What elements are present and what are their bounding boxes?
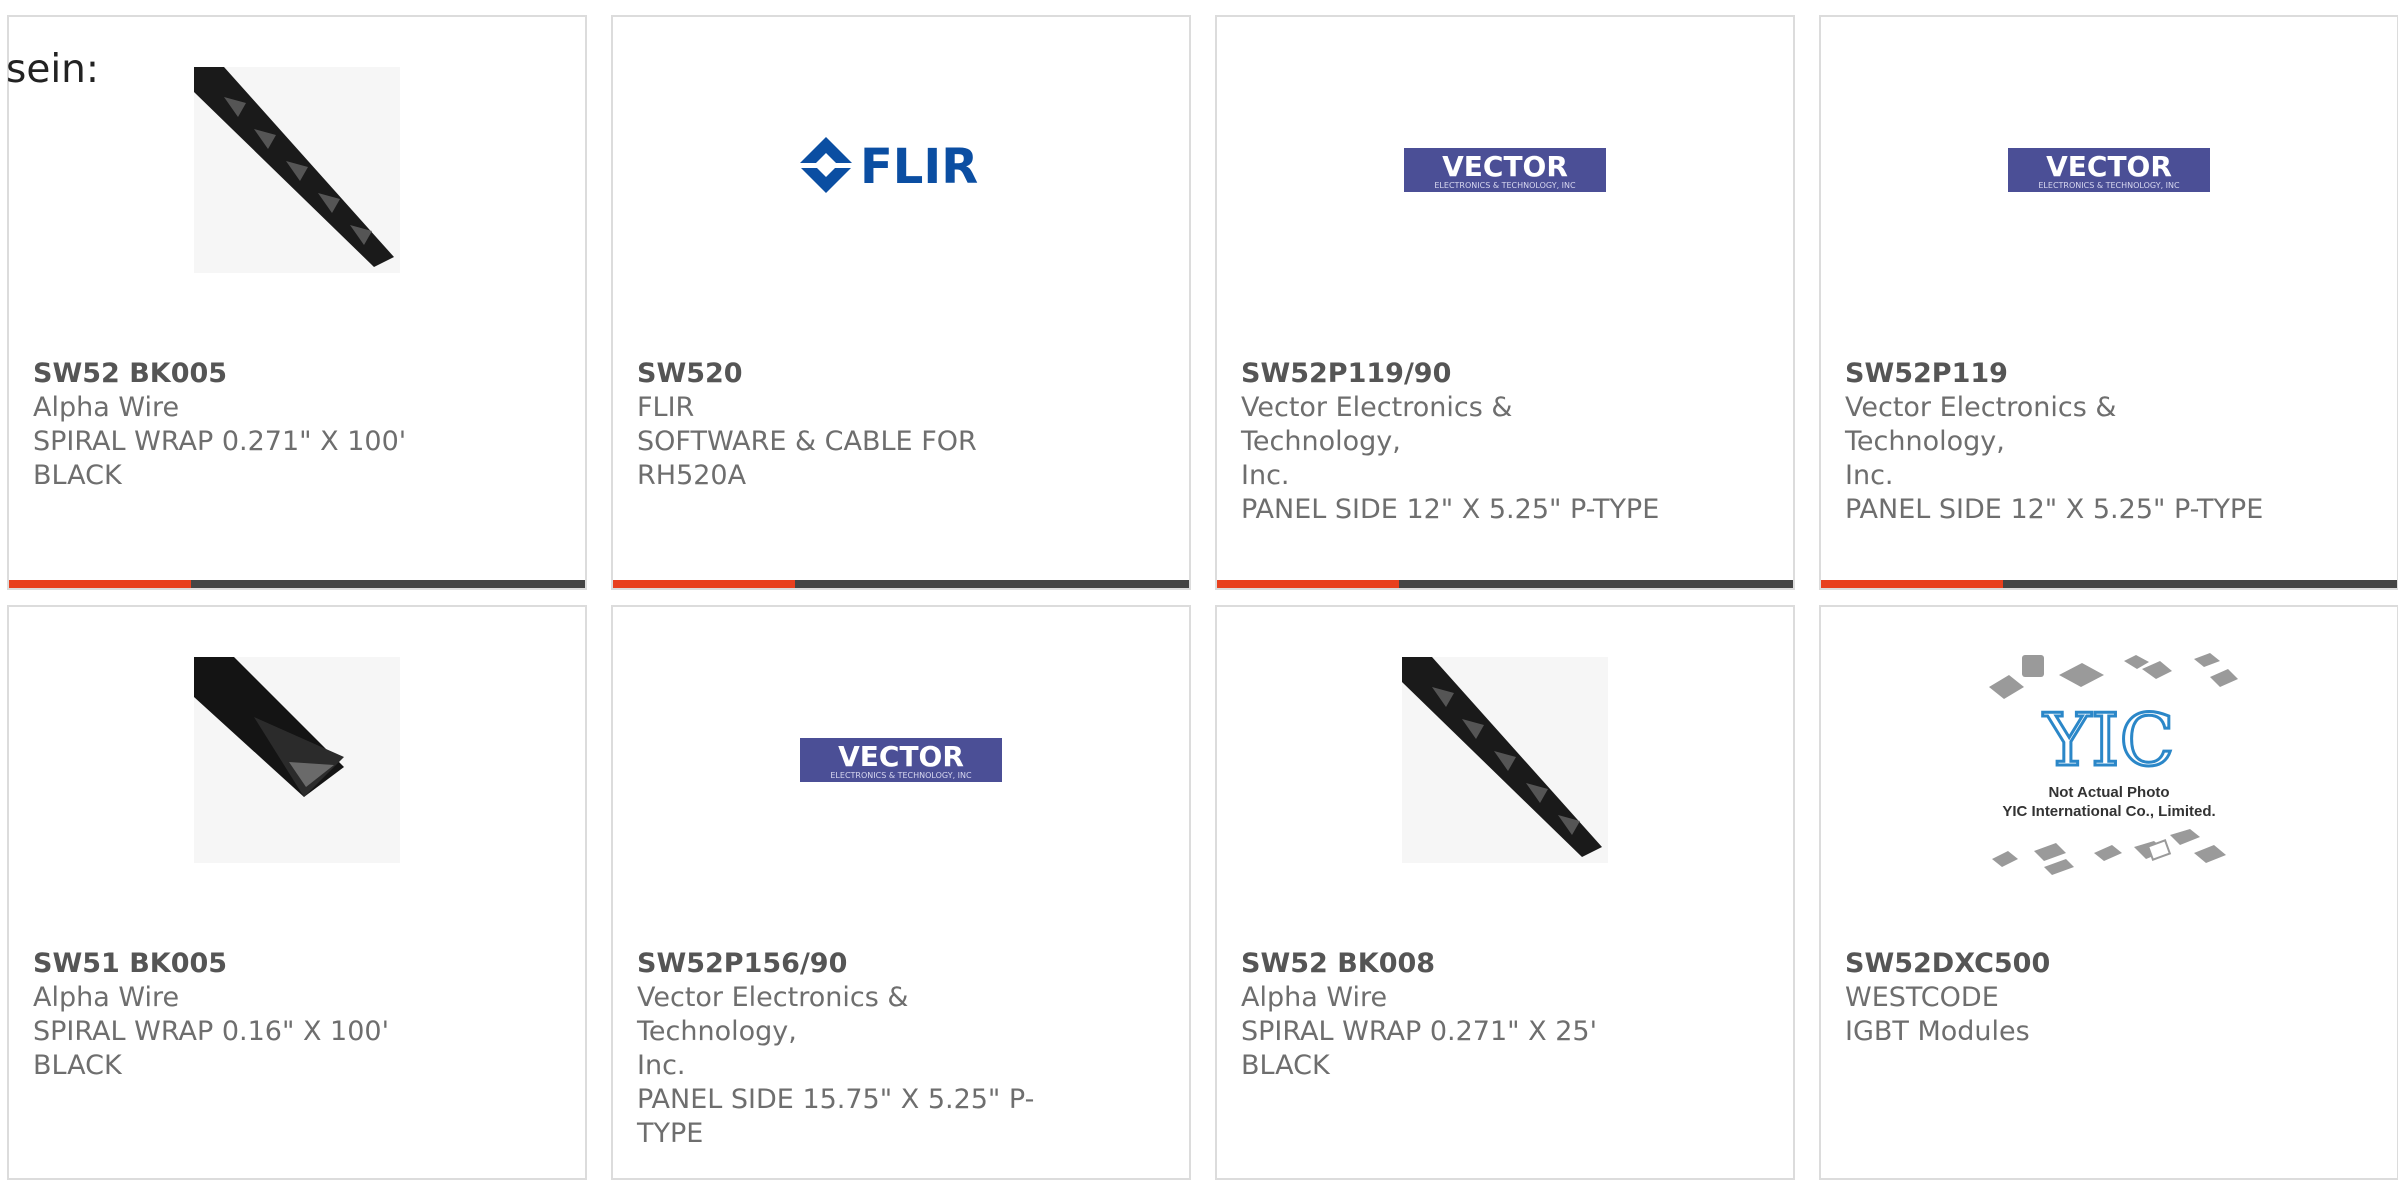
product-info: SW52P156/90 Vector Electronics & Technol… (637, 947, 1067, 1151)
yic-company-label: YIC International Co., Limited. (2002, 803, 2215, 820)
description: SPIRAL WRAP 0.16" X 100' (33, 1016, 389, 1047)
description-line-2: PANEL SIDE 12" X 5.25" P-TYPE (1845, 494, 2264, 525)
description: IGBT Modules (1845, 1016, 2030, 1047)
card-bottom-bar (613, 580, 1189, 588)
description: SPIRAL WRAP 0.271" X 100' (33, 426, 407, 457)
card-bottom-bar (1821, 580, 2397, 588)
flir-logo: FLIR (798, 137, 978, 195)
part-number[interactable]: SW52P156/90 (637, 947, 1067, 981)
description: SOFTWARE & CABLE FOR (637, 426, 977, 457)
vector-logo: VECTOR ELECTRONICS & TECHNOLOGY, INC (1404, 148, 1606, 192)
part-number[interactable]: SW52 BK008 (1241, 947, 1671, 981)
product-card[interactable]: YIC Not Actual Photo YIC International C… (1819, 605, 2398, 1180)
yic-placeholder-image: YIC Not Actual Photo YIC International C… (1989, 653, 2238, 875)
product-card[interactable]: VECTOR ELECTRONICS & TECHNOLOGY, INC SW5… (611, 605, 1191, 1180)
description: SPIRAL WRAP 0.271" X 25' (1241, 1016, 1597, 1047)
product-image[interactable]: FLIR (613, 67, 1189, 273)
spiral-wrap-icon (194, 67, 400, 273)
spiral-wrap-icon (1402, 657, 1608, 863)
product-info: SW52P119 Vector Electronics & Technology… (1845, 357, 2275, 527)
part-number[interactable]: SW52 BK005 (33, 357, 463, 391)
manufacturer: Vector Electronics & Technology, (637, 982, 909, 1047)
card-accent-bar (1821, 580, 2003, 588)
vector-logo-text: VECTOR (2046, 150, 2172, 183)
card-accent-bar (9, 580, 191, 588)
description-line-2: RH520A (637, 460, 747, 491)
product-image[interactable]: VECTOR ELECTRONICS & TECHNOLOGY, INC (1217, 67, 1793, 273)
product-info: SW52 BK005 Alpha Wire SPIRAL WRAP 0.271"… (33, 357, 463, 493)
spiral-wrap-icon (194, 657, 400, 863)
product-card[interactable]: FLIR SW520 FLIR SOFTWARE & CABLE FOR RH5… (611, 15, 1191, 590)
manufacturer: Alpha Wire (33, 982, 180, 1013)
product-card[interactable]: VECTOR ELECTRONICS & TECHNOLOGY, INC SW5… (1819, 15, 2398, 590)
not-actual-photo-label: Not Actual Photo (2048, 784, 2169, 801)
description-line-2: PANEL SIDE 12" X 5.25" P-TYPE (1241, 494, 1660, 525)
description-line-3: TYPE (637, 1118, 704, 1149)
description: Inc. (637, 1050, 686, 1081)
manufacturer: Vector Electronics & Technology, (1845, 392, 2117, 457)
vector-logo-subtext: ELECTRONICS & TECHNOLOGY, INC (830, 771, 972, 780)
vector-logo-text: VECTOR (838, 740, 964, 773)
page-header-text: sein: (6, 47, 100, 92)
product-image[interactable] (9, 657, 585, 863)
manufacturer: Alpha Wire (33, 392, 180, 423)
description-line-2: BLACK (1241, 1050, 1330, 1081)
vector-logo-subtext: ELECTRONICS & TECHNOLOGY, INC (1434, 181, 1576, 190)
vector-logo: VECTOR ELECTRONICS & TECHNOLOGY, INC (800, 738, 1002, 782)
product-info: SW520 FLIR SOFTWARE & CABLE FOR RH520A (637, 357, 1067, 493)
card-accent-bar (1217, 580, 1399, 588)
product-image[interactable]: VECTOR ELECTRONICS & TECHNOLOGY, INC (1821, 67, 2397, 273)
flir-logo-text: FLIR (860, 139, 978, 195)
description: Inc. (1845, 460, 1894, 491)
part-number[interactable]: SW52DXC500 (1845, 947, 2275, 981)
manufacturer: WESTCODE (1845, 982, 1999, 1013)
manufacturer: Vector Electronics & Technology, (1241, 392, 1513, 457)
vector-logo: VECTOR ELECTRONICS & TECHNOLOGY, INC (2008, 148, 2210, 192)
vector-logo-text: VECTOR (1442, 150, 1568, 183)
manufacturer: FLIR (637, 392, 695, 423)
part-number[interactable]: SW52P119 (1845, 357, 2275, 391)
part-number[interactable]: SW520 (637, 357, 1067, 391)
product-card[interactable]: SW52 BK008 Alpha Wire SPIRAL WRAP 0.271"… (1215, 605, 1795, 1180)
description-line-2: PANEL SIDE 15.75" X 5.25" P- (637, 1084, 1035, 1115)
description-line-2: BLACK (33, 460, 122, 491)
description: Inc. (1241, 460, 1290, 491)
manufacturer: Alpha Wire (1241, 982, 1388, 1013)
product-image[interactable] (1217, 657, 1793, 863)
product-info: SW52P119/90 Vector Electronics & Technol… (1241, 357, 1671, 527)
card-bottom-bar (1217, 580, 1793, 588)
part-number[interactable]: SW52P119/90 (1241, 357, 1671, 391)
product-card[interactable]: SW51 BK005 Alpha Wire SPIRAL WRAP 0.16" … (7, 605, 587, 1180)
product-info: SW51 BK005 Alpha Wire SPIRAL WRAP 0.16" … (33, 947, 463, 1083)
card-bottom-bar (9, 580, 585, 588)
description-line-2: BLACK (33, 1050, 122, 1081)
product-info: SW52 BK008 Alpha Wire SPIRAL WRAP 0.271"… (1241, 947, 1671, 1083)
product-image[interactable]: YIC Not Actual Photo YIC International C… (1821, 647, 2397, 887)
product-info: SW52DXC500 WESTCODE IGBT Modules (1845, 947, 2275, 1049)
product-card[interactable]: VECTOR ELECTRONICS & TECHNOLOGY, INC SW5… (1215, 15, 1795, 590)
part-number[interactable]: SW51 BK005 (33, 947, 463, 981)
yic-logo-text: YIC (2042, 698, 2174, 782)
product-image[interactable] (9, 67, 585, 273)
vector-logo-subtext: ELECTRONICS & TECHNOLOGY, INC (2038, 181, 2180, 190)
product-image[interactable]: VECTOR ELECTRONICS & TECHNOLOGY, INC (613, 657, 1189, 863)
product-card[interactable]: SW52 BK005 Alpha Wire SPIRAL WRAP 0.271"… (7, 15, 587, 590)
card-accent-bar (613, 580, 795, 588)
product-grid: SW52 BK005 Alpha Wire SPIRAL WRAP 0.271"… (7, 15, 2398, 1180)
